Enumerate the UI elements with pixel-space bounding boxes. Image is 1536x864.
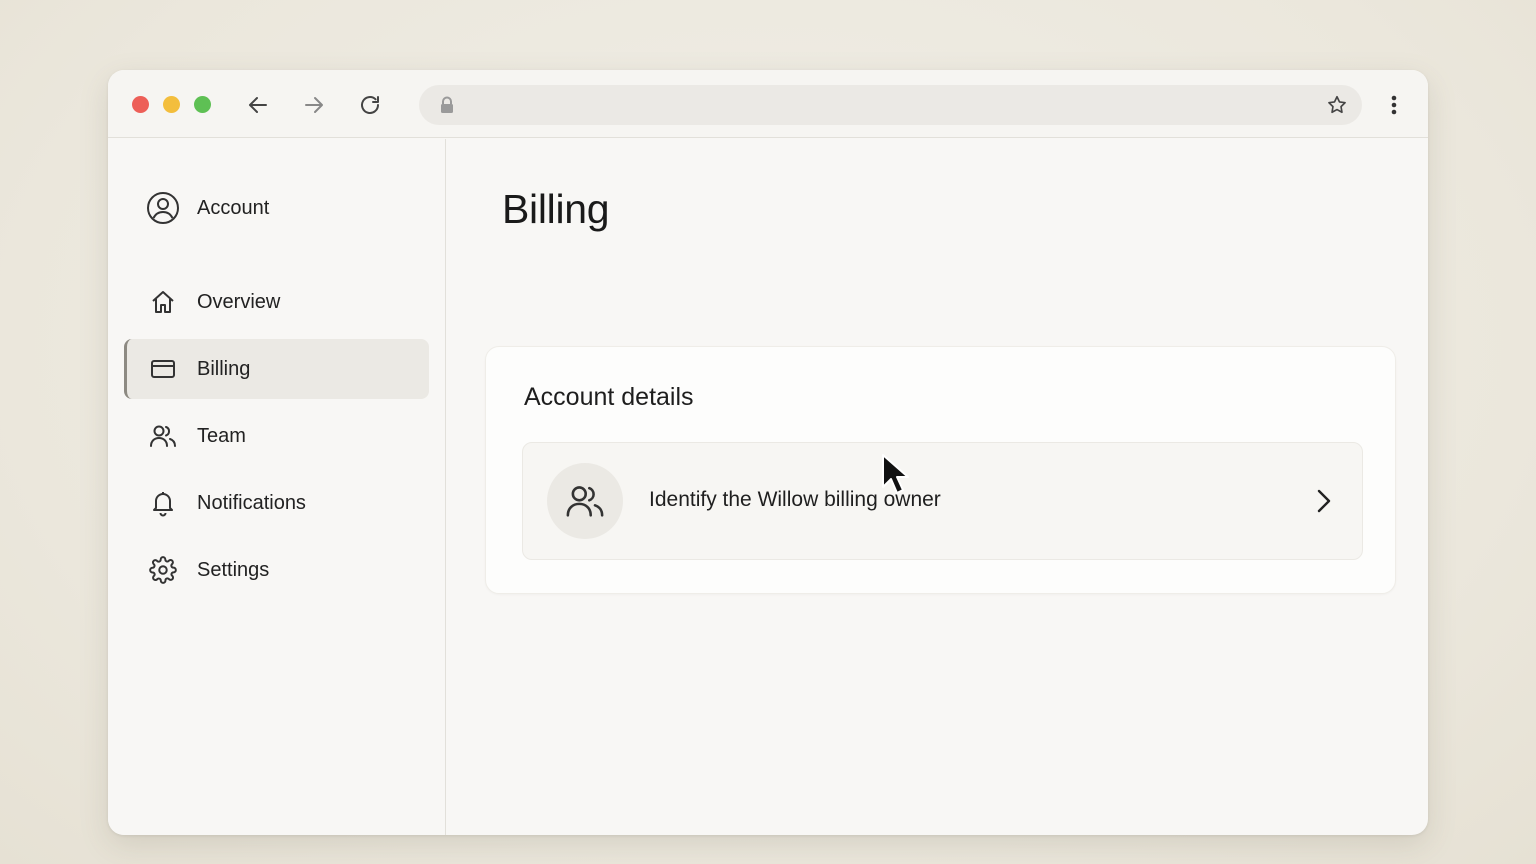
gear-icon	[148, 555, 178, 585]
maximize-window-button[interactable]	[194, 96, 211, 113]
forward-button[interactable]	[299, 90, 329, 120]
reload-icon	[361, 96, 379, 114]
account-header[interactable]: Account	[146, 191, 269, 225]
sidebar-item-notifications[interactable]: Notifications	[124, 473, 429, 533]
star-icon[interactable]	[1326, 94, 1348, 116]
sidebar-item-label: Billing	[197, 357, 251, 380]
browser-menu-button[interactable]	[1379, 90, 1409, 120]
close-window-button[interactable]	[132, 96, 149, 113]
arrow-left-icon	[249, 97, 267, 113]
chevron-right-icon	[1317, 489, 1331, 513]
sidebar-item-team[interactable]: Team	[124, 406, 429, 466]
page-title: Billing	[502, 186, 610, 232]
back-button[interactable]	[243, 90, 273, 120]
more-vertical-icon	[1391, 95, 1397, 115]
sidebar-item-label: Team	[197, 424, 246, 447]
users-icon	[547, 463, 623, 539]
billing-owner-row[interactable]: Identify the Willow billing owner	[522, 442, 1363, 560]
lock-icon	[441, 96, 453, 113]
main-content: Billing Account details Identify the Wil…	[447, 139, 1428, 835]
sidebar-item-billing[interactable]: Billing	[124, 339, 429, 399]
minimize-window-button[interactable]	[163, 96, 180, 113]
card-title: Account details	[524, 383, 694, 411]
account-label: Account	[197, 196, 270, 219]
browser-toolbar	[108, 70, 1428, 138]
arrow-right-icon	[305, 97, 323, 113]
reload-button[interactable]	[355, 90, 385, 120]
browser-window: Account Overview Billing Team Notificati	[108, 70, 1428, 835]
url-input[interactable]	[465, 85, 1285, 125]
sidebar-item-label: Overview	[197, 290, 281, 313]
address-bar[interactable]	[419, 85, 1362, 125]
bell-icon	[148, 488, 178, 518]
sidebar: Account Overview Billing Team Notificati	[108, 139, 446, 835]
mouse-cursor-icon	[882, 454, 909, 494]
sidebar-item-label: Settings	[197, 558, 270, 581]
users-icon	[148, 421, 178, 451]
sidebar-item-settings[interactable]: Settings	[124, 540, 429, 600]
sidebar-item-overview[interactable]: Overview	[124, 272, 429, 332]
credit-card-icon	[148, 354, 178, 384]
user-circle-icon	[147, 192, 179, 224]
home-icon	[148, 287, 178, 317]
account-details-card: Account details Identify the Willow bill…	[485, 346, 1396, 594]
sidebar-item-label: Notifications	[197, 491, 306, 514]
